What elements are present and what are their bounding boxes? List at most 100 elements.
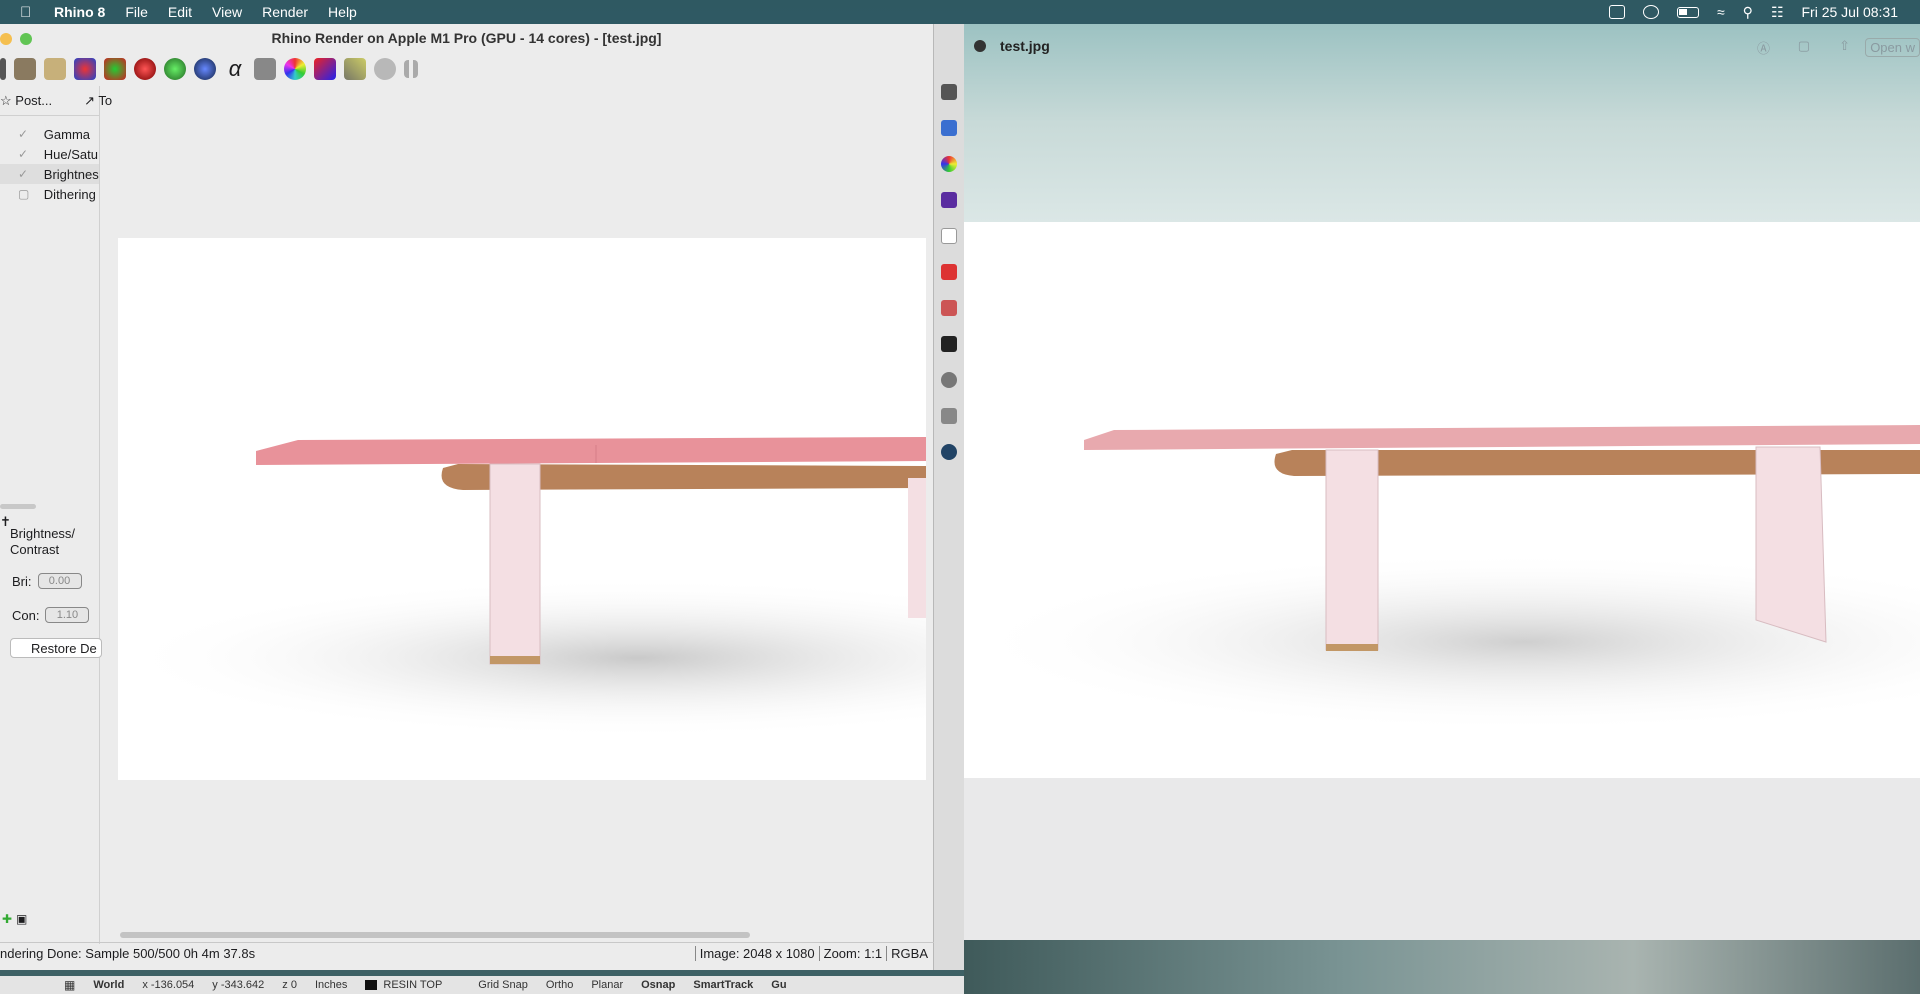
document-icon[interactable] (941, 228, 957, 244)
restore-defaults-button[interactable]: Restore De (10, 638, 102, 658)
color-icon[interactable] (941, 156, 957, 172)
viewport-scrollbar[interactable] (120, 932, 750, 938)
color-mode-text: RGBA (886, 946, 934, 961)
save-preset-icon[interactable]: ▣ (16, 912, 27, 926)
layer-name: RESIN TOP (383, 979, 443, 991)
material-icon[interactable] (254, 58, 276, 80)
menu-view[interactable]: View (212, 4, 242, 20)
rhino-panel-dock (934, 24, 964, 970)
osnap-toggle[interactable]: Osnap (641, 979, 675, 991)
panel-scrollbar[interactable] (0, 504, 36, 509)
post-effect-label: Gamma (43, 126, 91, 142)
zoom-text: Zoom: 1:1 (818, 946, 887, 961)
blue-channel-icon[interactable] (194, 58, 216, 80)
gumball-toggle[interactable]: Gu (771, 979, 786, 991)
render-viewport[interactable] (118, 238, 926, 780)
render-toolbar: α (0, 52, 933, 86)
control-center-icon[interactable]: ☷ (1771, 4, 1784, 21)
environment-icon[interactable] (941, 372, 957, 388)
brightness-label: Bri: (12, 573, 32, 589)
preview-titlebar: test.jpg Ⓐ ▢ ⇧ Open w (964, 24, 1920, 222)
brightness-checkbox[interactable]: ✓ (18, 167, 32, 181)
save-icon[interactable] (14, 58, 36, 80)
cube-icon[interactable] (314, 58, 336, 80)
brightness-row: Bri: 0.00 (0, 570, 100, 592)
pause-icon[interactable] (404, 60, 418, 78)
grid-snap-toggle[interactable]: Grid Snap (478, 979, 528, 991)
contrast-field[interactable]: 1.10 (45, 607, 90, 623)
planar-toggle[interactable]: Planar (591, 979, 623, 991)
smarttrack-toggle[interactable]: SmartTrack (693, 979, 753, 991)
units-label[interactable]: Inches (315, 979, 347, 991)
clock[interactable]: Fri 25 Jul 08:31 (1802, 4, 1899, 20)
menu-app-name[interactable]: Rhino 8 (54, 4, 105, 20)
toolbar-grip-icon (0, 58, 6, 80)
current-layer[interactable]: RESIN TOP (365, 979, 460, 991)
wifi-icon[interactable]: ≈ (1717, 4, 1725, 20)
red-channel-icon[interactable] (134, 58, 156, 80)
render-progress-text: ndering Done: Sample 500/500 0h 4m 37.8s (0, 946, 256, 961)
alpha-channel-icon[interactable]: α (224, 58, 246, 80)
menu-edit[interactable]: Edit (168, 4, 192, 20)
preview-file-name: test.jpg (1000, 38, 1050, 54)
contrast-label: Con: (12, 607, 40, 623)
materials-icon[interactable] (941, 192, 957, 208)
post-effect-gamma[interactable]: ✓ Gamma (0, 124, 99, 144)
post-effect-hue-saturation[interactable]: ✓ Hue/Satu (0, 144, 99, 164)
layout-icon[interactable]: ▦ (64, 978, 75, 992)
display-icon[interactable] (941, 84, 957, 100)
table-leg (489, 463, 541, 665)
menu-help[interactable]: Help (328, 4, 357, 20)
help-icon[interactable] (941, 120, 957, 136)
hue-saturation-checkbox[interactable]: ✓ (18, 147, 32, 161)
dithering-checkbox[interactable]: ▢ (18, 187, 32, 201)
open-with-button[interactable]: Open w (1865, 38, 1920, 57)
zoom-button[interactable] (20, 33, 32, 45)
table-leg-right (908, 478, 926, 618)
table-leg (1325, 449, 1379, 651)
post-effect-label: Hue/Satu (43, 146, 98, 162)
preview-window: test.jpg Ⓐ ▢ ⇧ Open w (964, 24, 1920, 940)
magic-wand-icon[interactable] (344, 58, 366, 80)
post-effects-panel: ☆ Post... ↗ To ✓ Gamma ✓ Hue/Satu ✓ Brig… (0, 86, 112, 944)
share-icon[interactable]: ⇧ (1839, 38, 1850, 54)
render-status-bar: ndering Done: Sample 500/500 0h 4m 37.8s… (0, 942, 934, 964)
rendered-table-image (118, 437, 926, 738)
menu-render[interactable]: Render (262, 4, 308, 20)
channels-icon[interactable] (104, 58, 126, 80)
render-icon[interactable] (941, 444, 957, 460)
menu-file[interactable]: File (125, 4, 148, 20)
gamma-checkbox[interactable]: ✓ (18, 127, 32, 141)
window-title: Rhino Render on Apple M1 Pro (GPU - 14 c… (271, 30, 662, 46)
copy-image-icon[interactable] (44, 58, 66, 80)
add-icon[interactable]: ✚ (2, 912, 12, 926)
ortho-toggle[interactable]: Ortho (546, 979, 574, 991)
stop-icon[interactable] (374, 58, 396, 80)
post-effect-dithering[interactable]: ▢ Dithering (0, 184, 99, 204)
green-channel-icon[interactable] (164, 58, 186, 80)
library-icon[interactable] (941, 264, 957, 280)
section-title: Brightness/ Contrast (10, 526, 76, 557)
tab-post-effects[interactable]: ☆ Post... (0, 93, 68, 109)
screen-status-icon[interactable] (1608, 5, 1625, 19)
spotlight-search-icon[interactable]: ⚲ (1743, 4, 1753, 21)
cplane-label[interactable]: World (93, 979, 124, 991)
color-wheel-icon[interactable] (284, 58, 306, 80)
sidebar-toggle-icon[interactable] (974, 40, 986, 52)
texture-icon[interactable] (941, 300, 957, 316)
menu-bar:  Rhino 8 File Edit View Render Help ≈ ⚲… (0, 0, 1920, 24)
rgb-channel-icon[interactable] (74, 58, 96, 80)
tab-tone-mapping[interactable]: ↗ To (84, 93, 128, 109)
post-effect-label: Brightnes (43, 166, 99, 182)
learn-icon[interactable] (941, 336, 957, 352)
post-effect-brightness[interactable]: ✓ Brightnes (0, 164, 99, 184)
contrast-row: Con: 1.10 (0, 604, 100, 626)
apple-menu-icon[interactable]:  (20, 4, 38, 21)
battery-icon[interactable] (1676, 6, 1699, 18)
play-icon[interactable] (1642, 5, 1659, 19)
markup-icon[interactable]: Ⓐ (1757, 38, 1770, 57)
rotate-icon[interactable]: ▢ (1798, 38, 1810, 54)
brightness-field[interactable]: 0.00 (37, 573, 82, 589)
minimize-button[interactable] (0, 33, 12, 45)
layers-icon[interactable] (941, 408, 957, 424)
